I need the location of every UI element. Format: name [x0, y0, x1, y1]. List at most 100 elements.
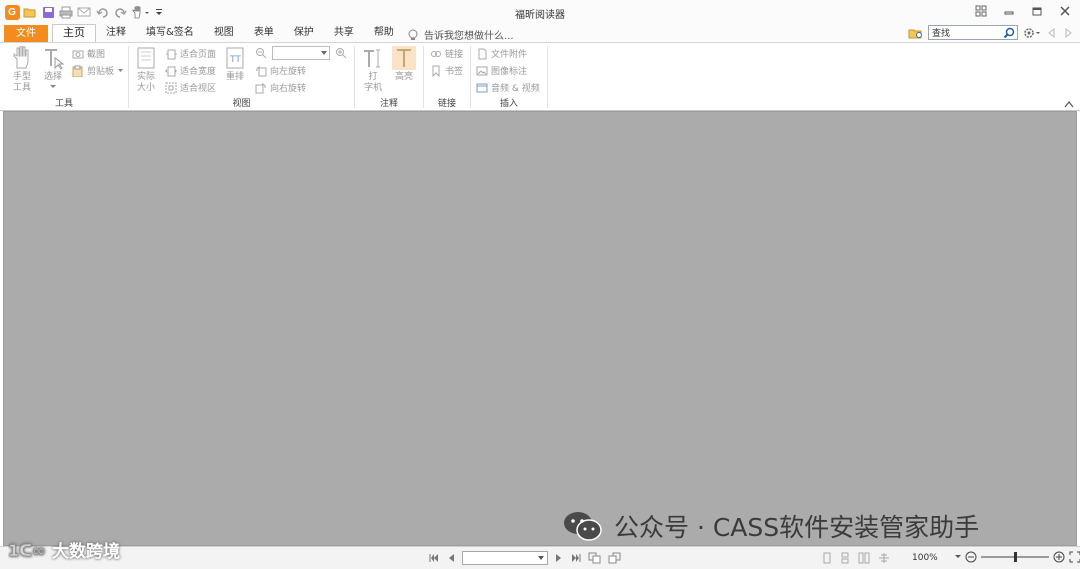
collapse-ribbon-icon[interactable]: [1064, 100, 1074, 108]
select-tool-button[interactable]: 选择: [40, 46, 66, 94]
tab-protect[interactable]: 保护: [284, 24, 324, 42]
zoom-percentage[interactable]: 100%: [912, 553, 938, 563]
watermark-left-text: 大数跨境: [52, 542, 120, 562]
minimize-icon[interactable]: [1000, 3, 1018, 19]
redo-icon[interactable]: [112, 4, 128, 20]
restore-icon[interactable]: [1028, 3, 1046, 19]
highlight-button[interactable]: 高亮: [391, 46, 417, 83]
typewriter-icon: [364, 49, 380, 68]
search-area: 查找: [908, 25, 1074, 40]
zoom-in-icon[interactable]: [335, 47, 347, 59]
fit-visible-button[interactable]: 适合视区: [165, 80, 216, 95]
image-annotation-button[interactable]: 图像标注: [476, 63, 527, 78]
email-icon[interactable]: [76, 4, 92, 20]
previous-view-icon[interactable]: [588, 552, 602, 564]
continuous-page-icon[interactable]: [840, 552, 850, 564]
search-input[interactable]: 查找: [928, 25, 1018, 40]
fit-page-icon: [166, 49, 177, 59]
close-icon[interactable]: [1056, 3, 1074, 19]
zoom-out-icon[interactable]: [255, 47, 267, 59]
search-icon[interactable]: [1003, 27, 1015, 39]
document-area[interactable]: [3, 111, 1077, 546]
tab-form[interactable]: 表单: [244, 24, 284, 42]
tab-share[interactable]: 共享: [324, 24, 364, 42]
fit-width-button[interactable]: 适合宽度: [165, 63, 216, 78]
watermark-right: 公众号 · CASS软件安装管家助手: [562, 508, 979, 544]
zoom-controls: [955, 550, 1080, 564]
rotate-left-icon: [256, 66, 267, 76]
group-view-label: 视图: [232, 99, 251, 109]
ribbon-display-icon[interactable]: [972, 3, 990, 19]
hand-tool-button[interactable]: 手型 工具: [8, 46, 36, 94]
select-dropdown-icon: [50, 85, 56, 88]
hand-tool-label-2: 工具: [12, 83, 31, 93]
bookmark-button[interactable]: 书签: [430, 63, 463, 78]
actual-size-button[interactable]: 实际 大小: [133, 46, 159, 94]
undo-icon[interactable]: [94, 4, 110, 20]
rotate-right-button[interactable]: 向右旋转: [255, 80, 306, 95]
zoom-dropdown-icon[interactable]: [955, 554, 961, 560]
typewriter-button[interactable]: 打 字机: [360, 46, 386, 94]
rotate-left-label: 向左旋转: [270, 67, 307, 77]
reflow-button[interactable]: TT 重排: [223, 46, 247, 83]
open-folder-icon[interactable]: [22, 4, 38, 20]
screenshot-button[interactable]: 截图: [72, 46, 105, 61]
previous-page-icon[interactable]: [446, 552, 456, 564]
find-folder-icon[interactable]: [908, 26, 924, 40]
actual-size-label-1: 实际: [136, 72, 155, 82]
clipboard-button[interactable]: 剪贴板: [72, 63, 124, 78]
zoom-slider-thumb[interactable]: [1014, 552, 1017, 562]
highlight-label: 高亮: [394, 72, 413, 82]
next-view-icon[interactable]: [608, 552, 622, 564]
ribbon-tabs: 主页 注释 填写&签名 视图 表单 保护 共享 帮助: [52, 24, 404, 43]
fullscreen-icon[interactable]: [1069, 551, 1080, 563]
group-insert-label: 插入: [499, 99, 518, 109]
fit-page-label: 适合页面: [180, 50, 217, 60]
tab-comment[interactable]: 注释: [96, 24, 136, 42]
single-page-icon[interactable]: [822, 552, 832, 564]
group-tools-label: 工具: [54, 99, 73, 109]
settings-gear-icon[interactable]: [1022, 26, 1042, 40]
customize-icon[interactable]: [154, 4, 164, 20]
hand-tool-icon[interactable]: [130, 4, 152, 20]
zoom-out-circle-icon[interactable]: [965, 551, 977, 563]
save-icon[interactable]: [40, 4, 56, 20]
fit-width-label: 适合宽度: [180, 67, 217, 77]
tell-me-box[interactable]: 告诉我您想做什么...: [408, 27, 514, 42]
hand-icon: [13, 46, 29, 69]
clipboard-label: 剪贴板: [87, 67, 115, 77]
page-number-input[interactable]: [462, 551, 548, 565]
zoom-combo[interactable]: [272, 46, 330, 60]
group-view: 实际 大小 适合页面 适合宽度 适合视区 TT 重排 向左旋转 向右旋转 视图: [129, 43, 354, 111]
last-page-icon[interactable]: [570, 552, 582, 564]
rotate-left-button[interactable]: 向左旋转: [255, 63, 306, 78]
wechat-icon: [564, 512, 602, 541]
audio-video-button[interactable]: 音频 & 视频: [476, 80, 540, 95]
tab-view[interactable]: 视图: [204, 24, 244, 42]
ribbon-tabs-row: 文件 主页 注释 填写&签名 视图 表单 保护 共享 帮助 告诉我您想做什么..…: [0, 24, 1080, 43]
next-page-icon[interactable]: [554, 552, 564, 564]
media-icon: [476, 83, 488, 92]
group-separator: [547, 46, 548, 108]
zoom-in-circle-icon[interactable]: [1053, 551, 1065, 563]
facing-page-icon[interactable]: [858, 552, 870, 564]
next-arrow-icon[interactable]: [1062, 27, 1074, 39]
continuous-facing-icon[interactable]: [878, 552, 890, 564]
tab-help[interactable]: 帮助: [364, 24, 404, 42]
bookmark-label: 书签: [445, 67, 464, 77]
page-view-modes: [822, 552, 890, 564]
hand-tool-label-1: 手型: [12, 72, 31, 82]
app-logo[interactable]: G: [4, 4, 20, 20]
previous-arrow-icon[interactable]: [1046, 27, 1058, 39]
link-button[interactable]: 链接: [430, 46, 463, 61]
file-attachment-button[interactable]: 文件附件: [476, 46, 527, 61]
tab-file[interactable]: 文件: [4, 25, 48, 42]
reflow-icon: TT: [226, 47, 244, 69]
watermark-logo-icon: 1ᑕ∞: [8, 540, 46, 559]
fit-page-button[interactable]: 适合页面: [165, 46, 216, 61]
tab-home[interactable]: 主页: [52, 24, 96, 43]
zoom-slider[interactable]: [981, 550, 1049, 564]
tab-fill-sign[interactable]: 填写&签名: [136, 24, 204, 42]
print-icon[interactable]: [58, 4, 74, 20]
first-page-icon[interactable]: [428, 552, 440, 564]
